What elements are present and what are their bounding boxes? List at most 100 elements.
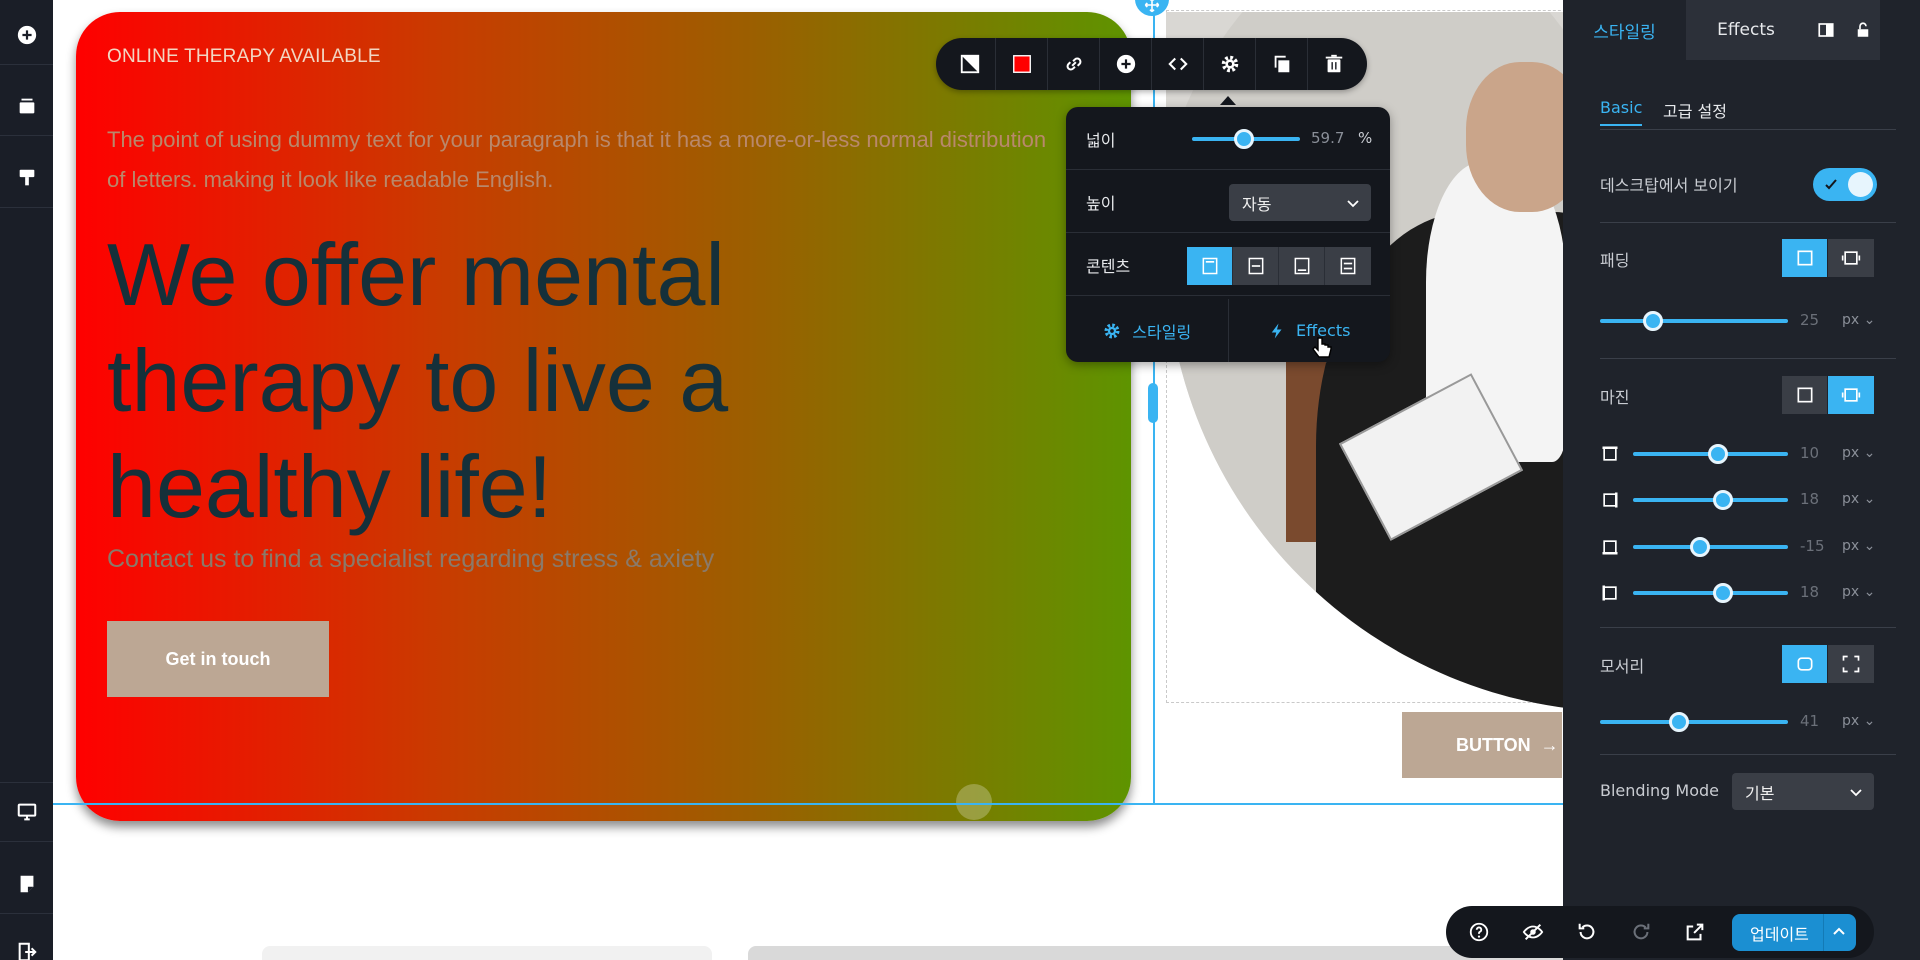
contrast-button[interactable] — [944, 38, 996, 90]
color-button[interactable] — [996, 38, 1048, 90]
width-value[interactable]: 59.7 — [1311, 129, 1344, 147]
page-button[interactable] — [0, 854, 53, 914]
corner-slider-track[interactable] — [1600, 720, 1788, 724]
margin-row-top: 10 px ⌄ — [1563, 442, 1920, 466]
popup-tab-style-label: 스타일링 — [1132, 322, 1192, 342]
subtab-advanced[interactable]: 고급 설정 — [1663, 98, 1727, 122]
code-button[interactable] — [1152, 38, 1204, 90]
color-swatch — [1012, 55, 1031, 73]
margin-top-slider-knob[interactable] — [1708, 444, 1729, 464]
settings-button[interactable] — [1204, 38, 1256, 90]
width-slider-knob[interactable] — [1233, 129, 1254, 149]
lightning-icon — [1271, 323, 1282, 338]
duplicate-button[interactable] — [1256, 38, 1308, 90]
tab-styling[interactable]: 스타일링 — [1563, 0, 1686, 60]
gear-icon — [1221, 55, 1238, 73]
chevron-down-icon — [1850, 789, 1862, 797]
help-button[interactable] — [1452, 906, 1506, 958]
lock-button[interactable] — [1846, 0, 1880, 60]
add-element-button[interactable] — [0, 5, 53, 65]
hero-title: We offer mental therapy to live a health… — [107, 225, 729, 536]
get-in-touch-button[interactable]: Get in touch — [107, 621, 329, 697]
resize-handle[interactable] — [1148, 383, 1158, 423]
padding-value[interactable]: 25 — [1800, 311, 1819, 329]
subtab-basic[interactable]: Basic — [1600, 98, 1643, 126]
content-align-bottom[interactable] — [1279, 247, 1325, 285]
undo-button[interactable] — [1560, 906, 1614, 958]
margin-right-unit[interactable]: px ⌄ — [1842, 491, 1875, 507]
delete-button[interactable] — [1308, 38, 1360, 90]
hide-icon — [1522, 923, 1544, 941]
corner-value[interactable]: 41 — [1800, 712, 1819, 730]
separator — [1600, 754, 1896, 755]
width-row: 넓이 59.7 % — [1066, 107, 1390, 170]
unit-label: px — [1842, 491, 1860, 507]
corner-unit[interactable]: px ⌄ — [1842, 713, 1875, 729]
padding-unit[interactable]: px ⌄ — [1842, 312, 1875, 328]
margin-left-slider-knob[interactable] — [1712, 583, 1733, 603]
panel-layout-icon — [1818, 23, 1834, 37]
check-icon — [1825, 179, 1837, 190]
margin-right-slider-knob[interactable] — [1712, 490, 1733, 510]
popup-tab-style[interactable]: 스타일링 — [1066, 299, 1229, 362]
photo-button[interactable]: BUTTON → — [1402, 712, 1562, 778]
redo-button[interactable] — [1614, 906, 1668, 958]
corner-slider-knob[interactable] — [1668, 712, 1689, 732]
hero-paragraph: The point of using dummy text for your p… — [107, 127, 1047, 192]
margin-individual-button[interactable] — [1828, 376, 1874, 414]
margin-top-unit[interactable]: px ⌄ — [1842, 445, 1875, 461]
move-handle[interactable] — [1135, 0, 1169, 16]
add-button[interactable] — [1100, 38, 1152, 90]
margin-right-slider-track[interactable] — [1633, 498, 1788, 502]
link-button[interactable] — [1048, 38, 1100, 90]
width-label: 넓이 — [1086, 131, 1116, 150]
content-align-top[interactable] — [1187, 247, 1233, 285]
hero-section[interactable]: ONLINE THERAPY AVAILABLE The point of us… — [76, 12, 1131, 821]
help-icon — [1469, 922, 1489, 942]
blend-mode-select[interactable]: 기본 — [1732, 773, 1874, 810]
update-button[interactable]: 업데이트 — [1732, 914, 1856, 951]
corner-individual-button[interactable] — [1828, 645, 1874, 683]
margin-bottom-slider-track[interactable] — [1633, 545, 1788, 549]
desktop-visible-toggle[interactable] — [1813, 168, 1877, 201]
left-rail — [0, 0, 53, 960]
corner-all-button[interactable] — [1782, 645, 1828, 683]
code-icon — [1167, 57, 1188, 71]
corners-icon — [1842, 655, 1860, 673]
padding-slider-knob[interactable] — [1642, 311, 1663, 331]
unlock-icon — [1857, 22, 1869, 37]
margin-left-unit[interactable]: px ⌄ — [1842, 584, 1875, 600]
desktop-view-button[interactable] — [0, 782, 53, 842]
hide-button[interactable] — [1506, 906, 1560, 958]
blend-mode-value: 기본 — [1745, 783, 1775, 803]
content-align-middle[interactable] — [1233, 247, 1279, 285]
padding-individual-button[interactable] — [1828, 239, 1874, 277]
padding-slider-track[interactable] — [1600, 319, 1788, 323]
drag-handle-dot[interactable] — [956, 784, 992, 820]
padding-all-button[interactable] — [1782, 239, 1828, 277]
margin-all-button[interactable] — [1782, 376, 1828, 414]
tab-effects[interactable]: Effects — [1686, 0, 1806, 60]
panel-top-tabs: 스타일링 Effects — [1563, 0, 1920, 60]
margin-left-slider-track[interactable] — [1633, 591, 1788, 595]
exit-icon — [18, 942, 37, 960]
chevron-up-icon[interactable] — [1832, 924, 1846, 938]
popup-tab-effects[interactable]: Effects — [1229, 299, 1391, 362]
panel-layout-button[interactable] — [1806, 0, 1846, 60]
content-align-stretch[interactable] — [1325, 247, 1371, 285]
margin-bottom-unit[interactable]: px ⌄ — [1842, 538, 1875, 554]
layers-button[interactable] — [0, 76, 53, 136]
toolbar-caret — [1220, 96, 1236, 105]
paint-button[interactable] — [0, 148, 53, 208]
preview-button[interactable] — [1668, 906, 1722, 958]
margin-bottom-value[interactable]: -15 — [1800, 537, 1825, 555]
height-select[interactable]: 자동 — [1229, 184, 1371, 221]
margin-bottom-slider-knob[interactable] — [1689, 537, 1710, 557]
margin-left-value[interactable]: 18 — [1800, 583, 1819, 601]
exit-button[interactable] — [0, 922, 53, 960]
margin-top-value[interactable]: 10 — [1800, 444, 1819, 462]
height-select-value: 자동 — [1242, 194, 1272, 214]
margin-right-value[interactable]: 18 — [1800, 490, 1819, 508]
paint-icon — [19, 169, 34, 185]
photo-button-label: BUTTON — [1456, 734, 1531, 755]
